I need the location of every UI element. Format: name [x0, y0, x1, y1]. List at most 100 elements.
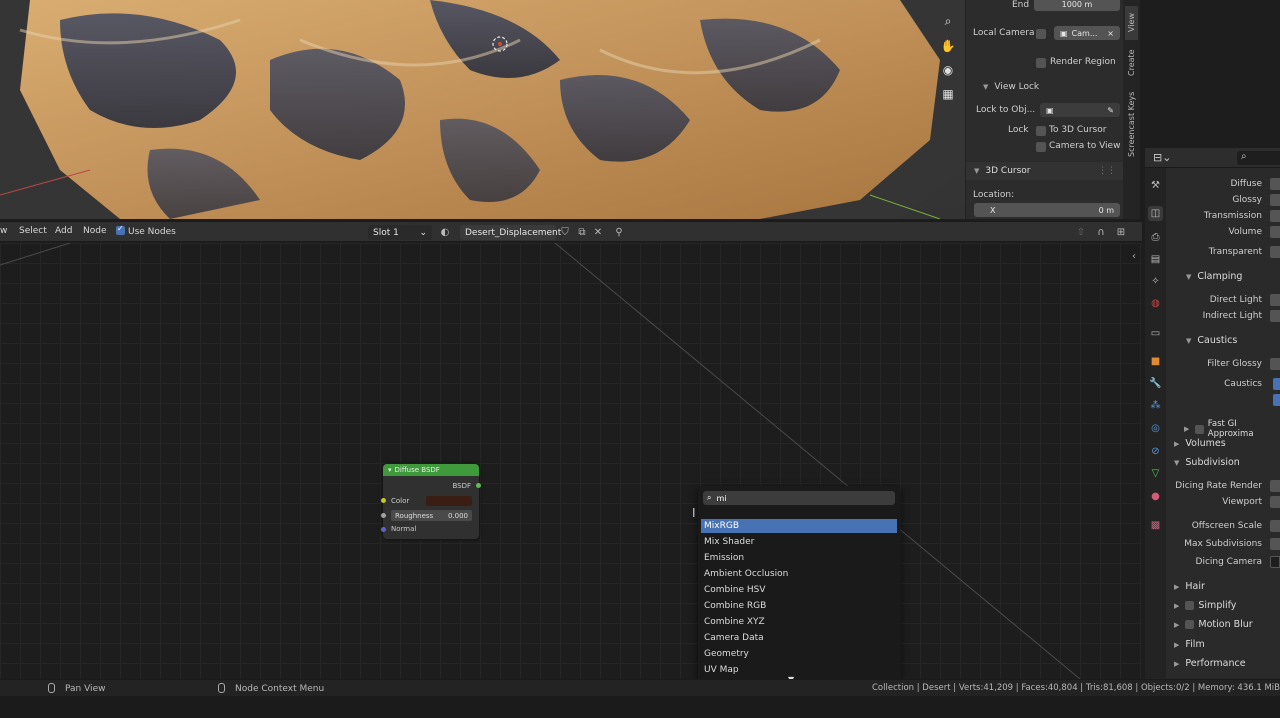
film-panel-header[interactable]: ▶ Film: [1174, 639, 1205, 650]
slot-dropdown[interactable]: Slot 1 ⌄: [368, 225, 432, 240]
simplify-checkbox[interactable]: [1185, 601, 1195, 610]
collapse-triangle-icon[interactable]: ▾: [388, 466, 392, 474]
offscreen-scale-field[interactable]: [1270, 520, 1280, 532]
local-camera-field[interactable]: ▣ Cam... ×: [1054, 26, 1120, 40]
clamping-subpanel-header[interactable]: ▼ Clamping: [1186, 271, 1242, 282]
roughness-slider[interactable]: Roughness 0.000: [391, 510, 472, 521]
clear-icon[interactable]: ×: [1107, 29, 1114, 38]
texture-icon[interactable]: ▩: [1148, 518, 1163, 533]
duplicate-icon[interactable]: ⧉: [575, 225, 589, 239]
tool-icon[interactable]: ⚒: [1148, 178, 1163, 193]
glossy-field[interactable]: [1270, 194, 1280, 206]
3d-viewport[interactable]: ⌕ ✋ ◉ ▦: [0, 0, 965, 219]
max-subdivisions-field[interactable]: [1270, 538, 1280, 550]
world-icon[interactable]: ◍: [1148, 296, 1163, 311]
tab-view[interactable]: View: [1125, 6, 1138, 40]
motion-blur-checkbox[interactable]: [1185, 620, 1195, 629]
output-icon[interactable]: ⎙: [1148, 230, 1163, 245]
view-lock-panel-header[interactable]: ▼ View Lock: [983, 82, 1039, 92]
tab-screencast-keys[interactable]: Screencast Keys: [1125, 88, 1138, 160]
material-name-field[interactable]: Desert_Displacement: [460, 225, 561, 240]
caustics-subpanel-header[interactable]: ▼ Caustics: [1186, 335, 1237, 346]
bsdf-output-socket[interactable]: [476, 483, 481, 488]
viewport-field[interactable]: [1270, 496, 1280, 508]
select-menu[interactable]: Select: [19, 226, 47, 236]
subdivision-panel-header[interactable]: ▼ Subdivision: [1174, 457, 1240, 468]
snap-grid-icon[interactable]: ⊞: [1114, 225, 1128, 239]
constraints-icon[interactable]: ⊘: [1148, 444, 1163, 459]
zoom-icon[interactable]: ⌕: [939, 12, 957, 30]
performance-panel-header[interactable]: ▶ Performance: [1174, 658, 1246, 669]
diffuse-bsdf-node[interactable]: ▾ Diffuse BSDF BSDF Color Roughness 0.00…: [381, 464, 481, 539]
search-result-mix-shader[interactable]: Mix Shader: [701, 535, 897, 549]
motion-blur-panel-header[interactable]: ▶ Motion Blur: [1174, 619, 1253, 630]
eyedropper-icon[interactable]: ✎: [1107, 106, 1114, 115]
direct-light-field[interactable]: [1270, 294, 1280, 306]
editor-type-icon[interactable]: ⊟⌄: [1153, 151, 1171, 164]
physics-icon[interactable]: ◎: [1148, 421, 1163, 436]
pin-icon[interactable]: ⚲: [612, 225, 626, 239]
hand-pan-icon[interactable]: ✋: [939, 37, 957, 55]
dicing-camera-field[interactable]: [1270, 556, 1280, 568]
particles-icon[interactable]: ⁂: [1148, 398, 1163, 413]
transmission-field[interactable]: [1270, 210, 1280, 222]
object-data-icon[interactable]: ▽: [1148, 466, 1163, 481]
simplify-panel-header[interactable]: ▶ Simplify: [1174, 600, 1236, 611]
view-menu[interactable]: w: [0, 226, 7, 236]
use-nodes-toggle[interactable]: Use Nodes: [116, 224, 176, 237]
diffuse-field[interactable]: [1270, 178, 1280, 190]
color-swatch[interactable]: [426, 496, 472, 506]
search-result-emission[interactable]: Emission: [701, 551, 897, 565]
caustics-reflective-checkbox[interactable]: [1273, 378, 1280, 390]
search-result-combine-rgb[interactable]: Combine RGB: [701, 599, 897, 613]
search-result-combine-xyz[interactable]: Combine XYZ: [701, 615, 897, 629]
roughness-input-socket[interactable]: [381, 513, 386, 518]
3d-cursor-panel-header[interactable]: ▼ 3D Cursor ⋮⋮: [966, 162, 1124, 180]
filter-glossy-field[interactable]: [1270, 358, 1280, 370]
search-result-geometry[interactable]: Geometry: [701, 647, 897, 661]
object-icon[interactable]: ■: [1148, 354, 1163, 369]
fake-user-shield-icon[interactable]: ⛉: [558, 225, 572, 239]
hair-panel-header[interactable]: ▶ Hair: [1174, 581, 1205, 592]
properties-search-field[interactable]: ⌕: [1237, 151, 1280, 165]
unlink-close-icon[interactable]: ✕: [591, 225, 605, 239]
search-field[interactable]: ⌕: [703, 491, 895, 505]
material-sphere-icon[interactable]: ◐: [438, 225, 452, 239]
tab-create[interactable]: Create: [1125, 46, 1138, 80]
fast-gi-checkbox[interactable]: [1195, 424, 1204, 434]
chevron-left-icon[interactable]: ‹: [1132, 251, 1136, 262]
node-editor-canvas[interactable]: ‹: [0, 243, 1142, 679]
parent-node-tree-icon[interactable]: ⇧: [1074, 225, 1088, 239]
search-result-ambient-occlusion[interactable]: Ambient Occlusion: [701, 567, 897, 581]
render-icon[interactable]: ◫: [1148, 206, 1163, 221]
add-menu[interactable]: Add: [55, 226, 72, 236]
fast-gi-subpanel-header[interactable]: ▶ Fast GI Approxima: [1184, 419, 1280, 439]
to-3d-cursor-checkbox[interactable]: [1036, 126, 1046, 136]
search-result-camera-data[interactable]: Camera Data: [701, 631, 897, 645]
search-result-uv-map[interactable]: UV Map: [701, 663, 897, 677]
volume-field[interactable]: [1270, 226, 1280, 238]
grid-ortho-icon[interactable]: ▦: [939, 85, 957, 103]
camera-to-view-checkbox[interactable]: [1036, 142, 1046, 152]
cursor-x-field[interactable]: X 0 m: [974, 203, 1120, 217]
transparent-field[interactable]: [1270, 246, 1280, 258]
local-camera-checkbox[interactable]: [1036, 29, 1046, 39]
indirect-light-field[interactable]: [1270, 310, 1280, 322]
collection-icon[interactable]: ▭: [1148, 326, 1163, 341]
volumes-panel-header[interactable]: ▶ Volumes: [1174, 438, 1226, 449]
snapping-magnet-icon[interactable]: ∩: [1094, 225, 1108, 239]
render-region-checkbox[interactable]: [1036, 58, 1046, 68]
color-input-socket[interactable]: [381, 498, 386, 503]
lock-to-object-field[interactable]: ▣ ✎: [1040, 103, 1120, 117]
view-layer-icon[interactable]: ▤: [1148, 252, 1163, 267]
end-field[interactable]: 1000 m: [1034, 0, 1120, 11]
normal-input-socket[interactable]: [381, 527, 386, 532]
node-menu[interactable]: Node: [83, 226, 107, 236]
material-icon[interactable]: ●: [1148, 489, 1163, 504]
node-header[interactable]: ▾ Diffuse BSDF: [383, 464, 479, 476]
dicing-rate-render-field[interactable]: [1270, 480, 1280, 492]
search-result-mixrgb[interactable]: MixRGB: [701, 519, 897, 533]
search-result-combine-hsv[interactable]: Combine HSV: [701, 583, 897, 597]
camera-icon[interactable]: ◉: [939, 61, 957, 79]
caustics-refractive-checkbox[interactable]: [1273, 394, 1280, 406]
